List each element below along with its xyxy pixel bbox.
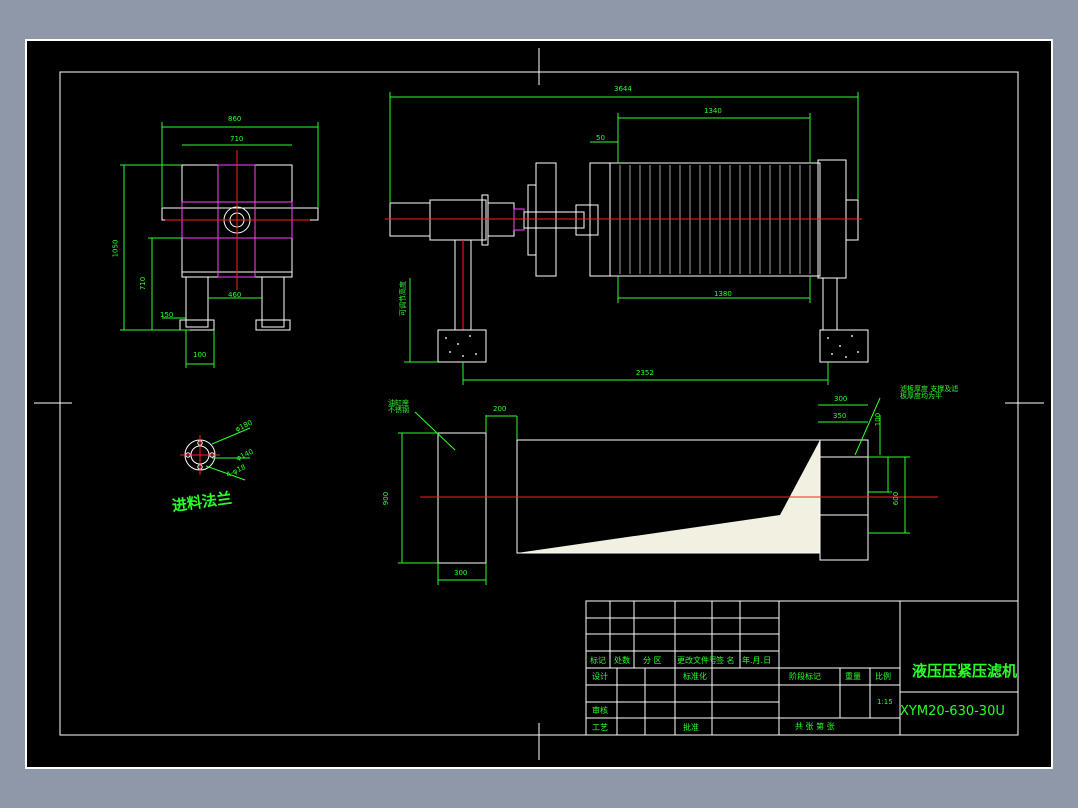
tb-standard: 标准化 (683, 672, 707, 681)
dim-front-foot-width: 100 (193, 351, 207, 359)
tb-row-label-6: 年.月.日 (742, 656, 772, 665)
dim-plan-left-gap: 200 (493, 405, 507, 413)
dim-plan-right-top: 300 (834, 395, 848, 403)
drawing-stage: 860 710 1050 710 460 150 100 3644 1340 5… (0, 0, 1078, 808)
tb-approve: 批准 (683, 723, 699, 732)
product-model: XYM20-630-30U (900, 704, 1005, 719)
dim-front-foot-offset: 150 (160, 311, 174, 319)
tb-scale-value: 1:15 (877, 698, 893, 706)
dim-front-overall-width: 860 (228, 115, 242, 123)
tb-process: 工艺 (592, 723, 608, 732)
dim-side-head-gap: 50 (596, 134, 605, 142)
tb-row-label-5: 签 名 (716, 656, 735, 665)
dim-plan-right-height: 600 (892, 491, 901, 506)
note-plan-right: 滤板厚度 支撑及滤板厚度均为平 (900, 385, 959, 400)
dim-plan-left-width: 300 (454, 569, 468, 577)
tb-review: 审核 (592, 706, 608, 715)
dim-side-plate-pack-lower: 1380 (714, 290, 732, 298)
dim-side-vertical-note: 可调节高度 (399, 281, 407, 316)
note-plan-left: 油缸座 不锈钢 (388, 399, 409, 414)
dim-side-plate-pack: 1340 (704, 107, 722, 115)
tb-scale: 比例 (875, 672, 891, 681)
dim-front-foot-spacing: 460 (228, 291, 242, 299)
tb-row-label-1: 标记 (590, 656, 606, 665)
tb-stage-mark: 阶段标记 (789, 672, 821, 681)
tb-row-label-4: 更改文件号 (677, 656, 717, 665)
dim-front-mid-height: 710 (139, 276, 148, 291)
dim-plan-right-sub: 350 (833, 412, 847, 420)
dim-front-inner-width: 710 (230, 135, 244, 143)
drawing-sheet (25, 39, 1053, 769)
dim-front-height: 1050 (111, 239, 120, 258)
tb-design: 设计 (592, 672, 608, 681)
tb-weight: 重量 (845, 672, 861, 681)
tb-sheets: 共 张 第 张 (795, 722, 835, 731)
dim-plan-right-small: 100 (874, 412, 883, 427)
dim-side-foot-spacing: 2352 (636, 369, 654, 377)
cad-drawing-canvas (25, 39, 1053, 769)
tb-row-label-3: 分 区 (643, 656, 662, 665)
product-name: 液压压紧压滤机 (912, 662, 1018, 680)
dim-plan-left-height: 900 (382, 491, 391, 506)
dim-side-total-length: 3644 (614, 85, 632, 93)
tb-row-label-2: 处数 (614, 656, 630, 665)
